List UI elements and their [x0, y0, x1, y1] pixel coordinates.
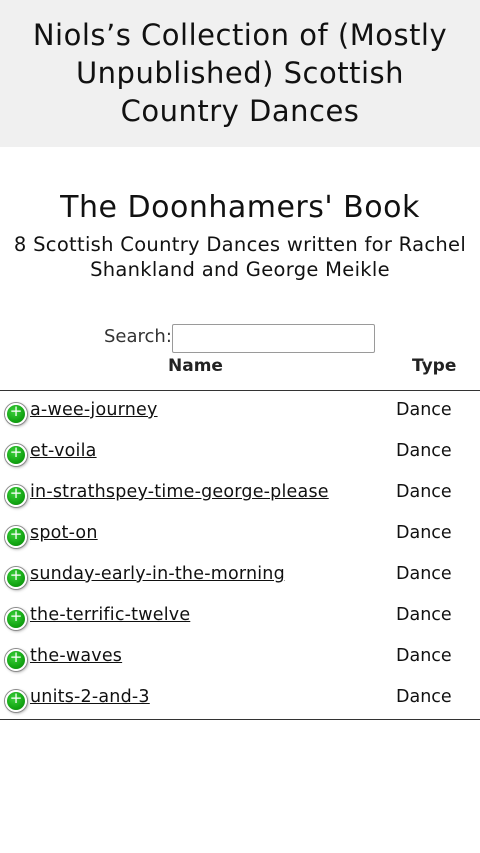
dance-type: Dance: [396, 646, 452, 666]
search-input[interactable]: [172, 324, 375, 353]
table-row: + a-wee-journey Dance: [0, 391, 480, 432]
plus-circle-icon[interactable]: +: [5, 649, 27, 671]
book-title: The Doonhamers' Book: [60, 190, 420, 225]
main-content: The Doonhamers' Book 8 Scottish Country …: [0, 147, 480, 720]
dance-link[interactable]: et-voila: [30, 441, 97, 461]
site-title: Niols’s Collection of (Mostly Unpublishe…: [32, 18, 448, 128]
table-row: + units-2-and-3 Dance: [0, 678, 480, 719]
search-row: Search:: [0, 320, 480, 356]
plus-circle-icon[interactable]: +: [5, 690, 27, 712]
table-row: + in-strathspey-time-george-please Dance: [0, 473, 480, 514]
dance-link[interactable]: in-strathspey-time-george-please: [30, 482, 329, 502]
dance-type: Dance: [396, 564, 452, 584]
plus-circle-icon[interactable]: +: [5, 403, 27, 425]
table-row: + the-terrific-twelve Dance: [0, 596, 480, 637]
plus-circle-icon[interactable]: +: [5, 526, 27, 548]
dance-type: Dance: [396, 441, 452, 461]
dance-link[interactable]: sunday-early-in-the-morning: [30, 564, 285, 584]
table-row: + spot-on Dance: [0, 514, 480, 555]
table-row: + et-voila Dance: [0, 432, 480, 473]
dance-type: Dance: [396, 687, 452, 707]
dance-type: Dance: [396, 605, 452, 625]
dance-type: Dance: [396, 523, 452, 543]
dance-link[interactable]: units-2-and-3: [30, 687, 150, 707]
plus-circle-icon[interactable]: +: [5, 485, 27, 507]
dance-list: + a-wee-journey Dance + et-voila Dance +…: [0, 391, 480, 720]
column-header-name[interactable]: Name: [168, 356, 223, 376]
plus-circle-icon[interactable]: +: [5, 608, 27, 630]
site-header: Niols’s Collection of (Mostly Unpublishe…: [0, 0, 480, 147]
plus-circle-icon[interactable]: +: [5, 444, 27, 466]
dance-link[interactable]: spot-on: [30, 523, 98, 543]
dance-type: Dance: [396, 400, 452, 420]
dance-link[interactable]: a-wee-journey: [30, 400, 158, 420]
search-label: Search:: [104, 326, 172, 347]
dance-link[interactable]: the-terrific-twelve: [30, 605, 190, 625]
dance-type: Dance: [396, 482, 452, 502]
plus-circle-icon[interactable]: +: [5, 567, 27, 589]
table-row: + the-waves Dance: [0, 637, 480, 678]
column-header-type[interactable]: Type: [412, 356, 456, 376]
book-subtitle: 8 Scottish Country Dances written for Ra…: [13, 233, 467, 281]
table-row: + sunday-early-in-the-morning Dance: [0, 555, 480, 596]
dance-link[interactable]: the-waves: [30, 646, 122, 666]
table-header: Name Type: [0, 356, 480, 391]
